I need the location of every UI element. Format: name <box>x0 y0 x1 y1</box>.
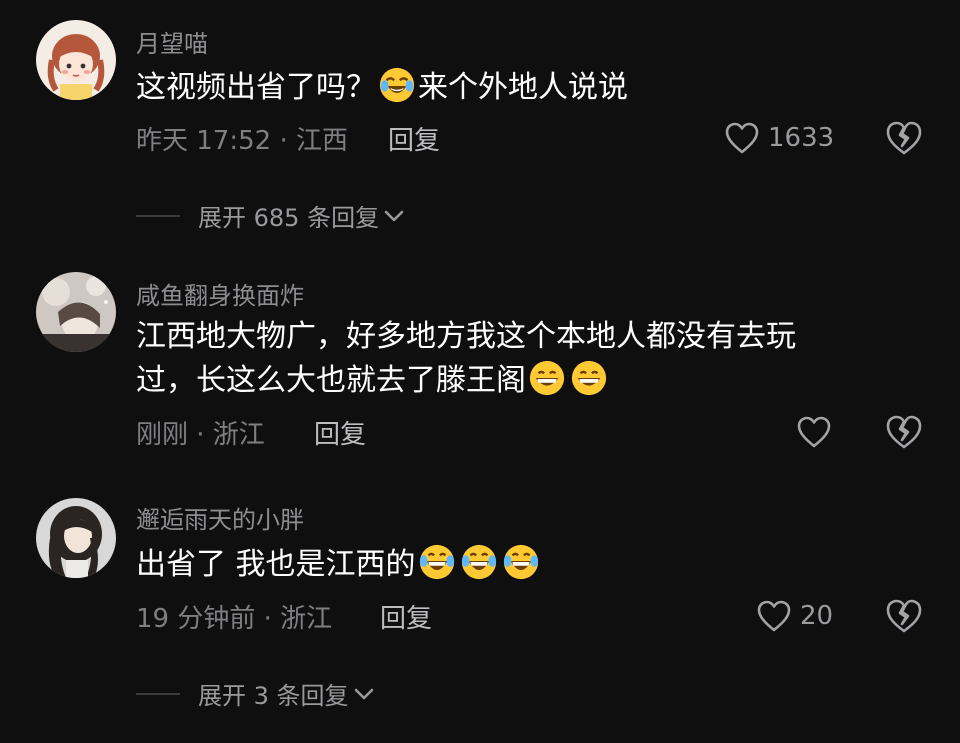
comment-text: 这视频出省了吗？ 来个外地人说说 <box>136 66 896 110</box>
comment-text-line: 江西地大物广，好多地方我这个本地人都没有去玩 <box>136 319 796 354</box>
reply-button[interactable]: 回复 <box>388 120 440 157</box>
broken-heart-icon[interactable] <box>884 118 924 158</box>
like-button[interactable]: 1633 <box>724 118 834 158</box>
comment-text-part: 来个外地人说说 <box>418 70 628 105</box>
crying-laughing-emoji-icon <box>379 67 415 103</box>
comment-username[interactable]: 咸鱼翻身换面炸 <box>136 276 304 311</box>
comment-text: 出省了 我也是江西的 <box>136 543 896 587</box>
comment-text-part: 这视频出省了吗？ <box>136 70 376 105</box>
comment-text-line-2: 过，长这么大也就去了滕王阁 <box>136 359 896 403</box>
avatar[interactable] <box>36 498 116 578</box>
broken-heart-icon[interactable] <box>884 412 924 452</box>
chevron-down-icon <box>354 688 373 699</box>
expand-replies-button[interactable]: 展开 685 条回复 <box>136 198 405 233</box>
heart-icon <box>797 416 831 448</box>
comment-meta: 19 分钟前 · 浙江 <box>136 604 333 634</box>
avatar[interactable] <box>36 272 116 352</box>
comment-meta: 昨天 17:52 · 江西 <box>136 126 348 156</box>
rolling-laughing-emoji-icon <box>419 544 454 580</box>
reply-button[interactable]: 回复 <box>380 598 432 635</box>
comment-username[interactable]: 邂逅雨天的小胖 <box>136 500 304 535</box>
comment-text-part: 过，长这么大也就去了滕王阁 <box>136 363 526 398</box>
reply-button[interactable]: 回复 <box>314 414 366 451</box>
expand-replies-button[interactable]: 展开 3 条回复 <box>136 676 375 711</box>
comment-text-part: 出省了 我也是江西的 <box>136 547 416 582</box>
avatar[interactable] <box>36 20 116 100</box>
chevron-down-icon <box>384 210 404 221</box>
expand-label: 展开 685 条回复 <box>198 204 380 232</box>
like-count: 20 <box>800 601 834 631</box>
comment-meta: 刚刚 · 浙江 <box>136 420 265 450</box>
expand-label: 展开 3 条回复 <box>198 682 349 710</box>
heart-icon <box>725 122 759 154</box>
comment-username[interactable]: 月望喵 <box>136 24 208 59</box>
rolling-laughing-emoji-icon <box>503 544 538 580</box>
divider-line <box>136 692 180 695</box>
like-count: 1633 <box>768 123 835 153</box>
like-button[interactable]: 20 <box>756 596 833 636</box>
like-button[interactable] <box>796 412 832 452</box>
rolling-laughing-emoji-icon <box>461 544 496 580</box>
grinning-emoji-icon <box>571 360 607 396</box>
comment-text: 江西地大物广，好多地方我这个本地人都没有去玩 过，长这么大也就去了滕王阁 <box>136 315 896 403</box>
divider-line <box>136 214 180 217</box>
heart-icon <box>757 600 791 632</box>
grinning-emoji-icon <box>529 360 565 396</box>
broken-heart-icon[interactable] <box>884 596 924 636</box>
